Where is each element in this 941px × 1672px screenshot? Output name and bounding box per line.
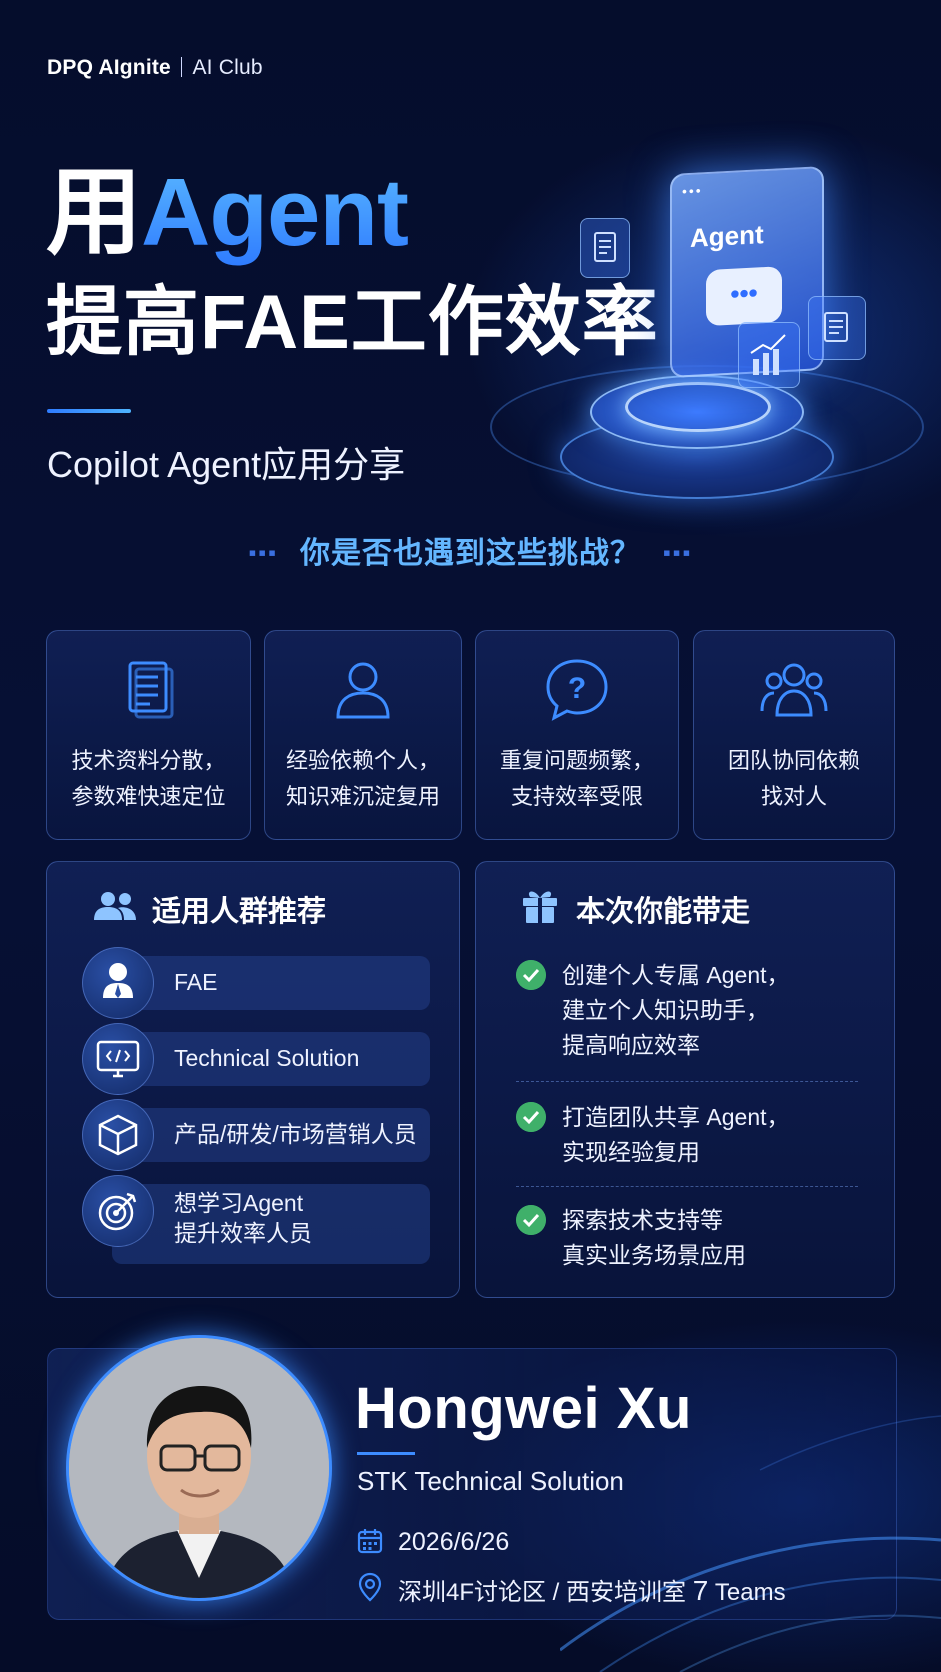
challenge-line: 经验依赖个人， <box>285 748 440 773</box>
hero-platform-glow <box>625 382 771 432</box>
event-location: 深圳4F讨论区 / 西安培训室 7 Teams <box>398 1572 786 1607</box>
challenge-card: 技术资料分散， 参数难快速定位 <box>46 630 251 840</box>
challenge-line: 知识难沉淀复用 <box>285 784 440 809</box>
calendar-icon <box>357 1529 383 1554</box>
brand-club: AI Club <box>192 56 263 79</box>
poster: DPQ AIgnite AI Club 用Agent 提高FAE工作效率 Copi… <box>0 0 941 1672</box>
heading-dots-left: ▪▪▪ <box>248 540 278 565</box>
brand-line: DPQ AIgnite AI Club <box>47 56 263 80</box>
target-icon <box>82 1175 154 1247</box>
user-tie-icon <box>82 947 154 1019</box>
audience-label: 产品/研发/市场营销人员 <box>174 1121 417 1147</box>
document-icon <box>128 661 173 719</box>
audience-item: FAE <box>82 947 432 1019</box>
users-icon <box>94 892 136 920</box>
challenge-text: 团队协同依赖 找对人 <box>694 743 894 815</box>
challenge-text: 经验依赖个人， 知识难沉淀复用 <box>265 743 461 815</box>
challenge-text: 技术资料分散， 参数难快速定位 <box>47 743 250 815</box>
challenge-line: 找对人 <box>760 784 827 809</box>
location-teams: Teams <box>708 1579 786 1606</box>
location-pin-icon <box>358 1572 382 1602</box>
challenge-card: 团队协同依赖 找对人 <box>693 630 895 840</box>
challenge-line: 团队协同依赖 <box>727 748 860 773</box>
title-prefix: 用 <box>46 159 142 266</box>
takeaway-text: 创建个人专属 Agent， 建立个人知识助手， 提高响应效率 <box>562 958 790 1063</box>
person-icon <box>336 662 390 719</box>
audience-pill <box>112 956 430 1010</box>
document-icon <box>580 218 630 278</box>
audience-item: 产品/研发/市场营销人员 <box>82 1099 432 1171</box>
takeaway-line: 创建个人专属 Agent， <box>562 962 790 988</box>
gift-icon <box>523 891 557 923</box>
takeaway-line: 真实业务场景应用 <box>562 1242 746 1268</box>
team-icon <box>760 663 828 717</box>
audience-item: 想学习Agent 提升效率人员 <box>82 1175 432 1264</box>
takeaway-text: 探索技术支持等 真实业务场景应用 <box>562 1203 746 1273</box>
check-icon <box>516 960 546 990</box>
hero-illustration: ••• Agent ••• <box>490 150 924 520</box>
title-line-1: 用Agent <box>46 158 409 268</box>
challenge-line: 技术资料分散， <box>71 748 226 773</box>
window-dots: ••• <box>682 182 703 200</box>
audience-label: 想学习Agent 提升效率人员 <box>174 1188 312 1248</box>
check-icon <box>516 1102 546 1132</box>
audience-item: Technical Solution <box>82 1023 432 1095</box>
audience-label-line: 提升效率人员 <box>174 1220 312 1246</box>
location-number: 7 <box>692 1575 709 1606</box>
question-bubble-icon: ? <box>546 659 608 721</box>
title-accent: Agent <box>141 159 409 266</box>
speaker-team: STK Technical Solution <box>357 1466 624 1496</box>
takeaway-line: 建立个人知识助手， <box>562 997 769 1023</box>
divider <box>516 1081 858 1082</box>
chat-bubble-icon: ••• <box>706 266 782 327</box>
challenge-line: 参数难快速定位 <box>71 784 226 809</box>
takeaway-line: 实现经验复用 <box>562 1139 700 1165</box>
takeaway-line: 探索技术支持等 <box>562 1207 723 1233</box>
challenge-line: 重复问题频繁， <box>499 748 654 773</box>
takeaway-text: 打造团队共享 Agent， 实现经验复用 <box>562 1100 790 1170</box>
challenge-line: 支持效率受限 <box>510 784 643 809</box>
challenges-heading-text: 你是否也遇到这些挑战？ <box>300 537 641 570</box>
box-icon <box>82 1099 154 1171</box>
audience-title: 适用人群推荐 <box>152 896 327 928</box>
chart-icon <box>738 322 800 388</box>
location-text: 深圳4F讨论区 / 西安培训室 <box>398 1579 693 1606</box>
challenge-text: 重复问题频繁， 支持效率受限 <box>476 743 678 815</box>
speaker-avatar <box>66 1335 332 1601</box>
brand-name: DPQ AIgnite <box>47 56 171 79</box>
subtitle: Copilot Agent应用分享 <box>47 444 406 485</box>
takeaway-line: 打造团队共享 Agent， <box>562 1104 790 1130</box>
takeaways-title: 本次你能带走 <box>576 896 751 928</box>
audience-label: FAE <box>174 969 218 995</box>
event-date: 2026/6/26 <box>398 1528 510 1556</box>
agent-panel-label: Agent <box>690 219 764 253</box>
brand-divider <box>180 57 183 77</box>
audience-label-line: 想学习Agent <box>174 1190 304 1216</box>
speaker-underline <box>357 1452 415 1455</box>
svg-text:?: ? <box>568 672 586 705</box>
challenge-card: ? 重复问题频繁， 支持效率受限 <box>475 630 679 840</box>
divider <box>516 1186 858 1187</box>
document-icon <box>808 296 866 360</box>
speaker-name: Hongwei Xu <box>355 1376 692 1441</box>
check-icon <box>516 1205 546 1235</box>
challenge-card: 经验依赖个人， 知识难沉淀复用 <box>264 630 462 840</box>
code-monitor-icon <box>82 1023 154 1095</box>
title-underline <box>47 409 131 413</box>
audience-label: Technical Solution <box>174 1045 360 1071</box>
challenges-heading: ▪▪▪ 你是否也遇到这些挑战？ ▪▪▪ <box>0 528 941 572</box>
takeaway-line: 提高响应效率 <box>562 1032 700 1058</box>
heading-dots-right: ▪▪▪ <box>663 540 693 565</box>
